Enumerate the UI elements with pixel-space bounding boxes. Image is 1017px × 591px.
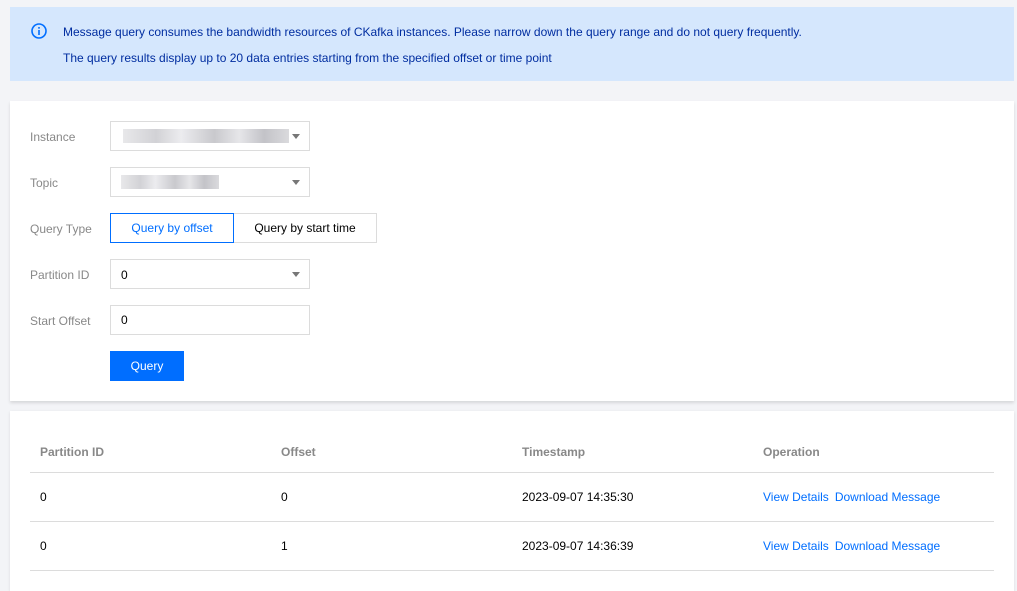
header-partition-id: Partition ID bbox=[30, 433, 271, 473]
redacted-value bbox=[123, 129, 289, 143]
cell-operation: View Details Download Message bbox=[753, 521, 994, 571]
tab-query-by-start-time[interactable]: Query by start time bbox=[233, 213, 377, 243]
partition-id-value: 0 bbox=[121, 268, 128, 282]
view-details-link[interactable]: View Details bbox=[763, 490, 829, 504]
results-panel: Partition ID Offset Timestamp Operation … bbox=[10, 411, 1014, 591]
instance-label: Instance bbox=[30, 130, 76, 144]
chevron-down-icon bbox=[292, 134, 300, 139]
header-offset: Offset bbox=[271, 433, 512, 473]
partition-id-label: Partition ID bbox=[30, 268, 90, 282]
query-form: Instance Topic Query Type Query by offse… bbox=[10, 101, 1014, 401]
partition-id-select[interactable]: 0 bbox=[110, 259, 310, 289]
redacted-value bbox=[121, 175, 219, 189]
cell-offset: 0 bbox=[271, 472, 512, 522]
notice-line-2: The query results display up to 20 data … bbox=[63, 51, 552, 65]
topic-label: Topic bbox=[30, 176, 59, 190]
header-operation: Operation bbox=[753, 433, 994, 473]
cell-timestamp: 2023-09-07 14:36:39 bbox=[512, 521, 753, 571]
notice-line-1: Message query consumes the bandwidth res… bbox=[63, 25, 802, 39]
start-offset-label: Start Offset bbox=[30, 314, 91, 328]
download-message-link[interactable]: Download Message bbox=[835, 539, 940, 553]
table-row: 0 0 2023-09-07 14:35:30 View Details Down… bbox=[30, 472, 994, 522]
cell-partition-id: 0 bbox=[30, 521, 271, 571]
start-offset-input[interactable] bbox=[110, 305, 310, 335]
cell-operation: View Details Download Message bbox=[753, 472, 994, 522]
info-notice: Message query consumes the bandwidth res… bbox=[10, 7, 1014, 81]
query-type-label: Query Type bbox=[30, 222, 92, 236]
tab-query-by-offset[interactable]: Query by offset bbox=[110, 213, 234, 243]
chevron-down-icon bbox=[292, 272, 300, 277]
info-icon bbox=[31, 23, 47, 39]
cell-offset: 1 bbox=[271, 521, 512, 571]
header-timestamp: Timestamp bbox=[512, 433, 753, 473]
table-header-row: Partition ID Offset Timestamp Operation bbox=[30, 433, 994, 473]
chevron-down-icon bbox=[292, 180, 300, 185]
results-table: Partition ID Offset Timestamp Operation … bbox=[30, 433, 994, 571]
cell-timestamp: 2023-09-07 14:35:30 bbox=[512, 472, 753, 522]
cell-partition-id: 0 bbox=[30, 472, 271, 522]
query-button[interactable]: Query bbox=[110, 351, 184, 381]
topic-select[interactable] bbox=[110, 167, 310, 197]
table-row: 0 1 2023-09-07 14:36:39 View Details Down… bbox=[30, 521, 994, 571]
view-details-link[interactable]: View Details bbox=[763, 539, 829, 553]
download-message-link[interactable]: Download Message bbox=[835, 490, 940, 504]
instance-select[interactable] bbox=[110, 121, 310, 151]
